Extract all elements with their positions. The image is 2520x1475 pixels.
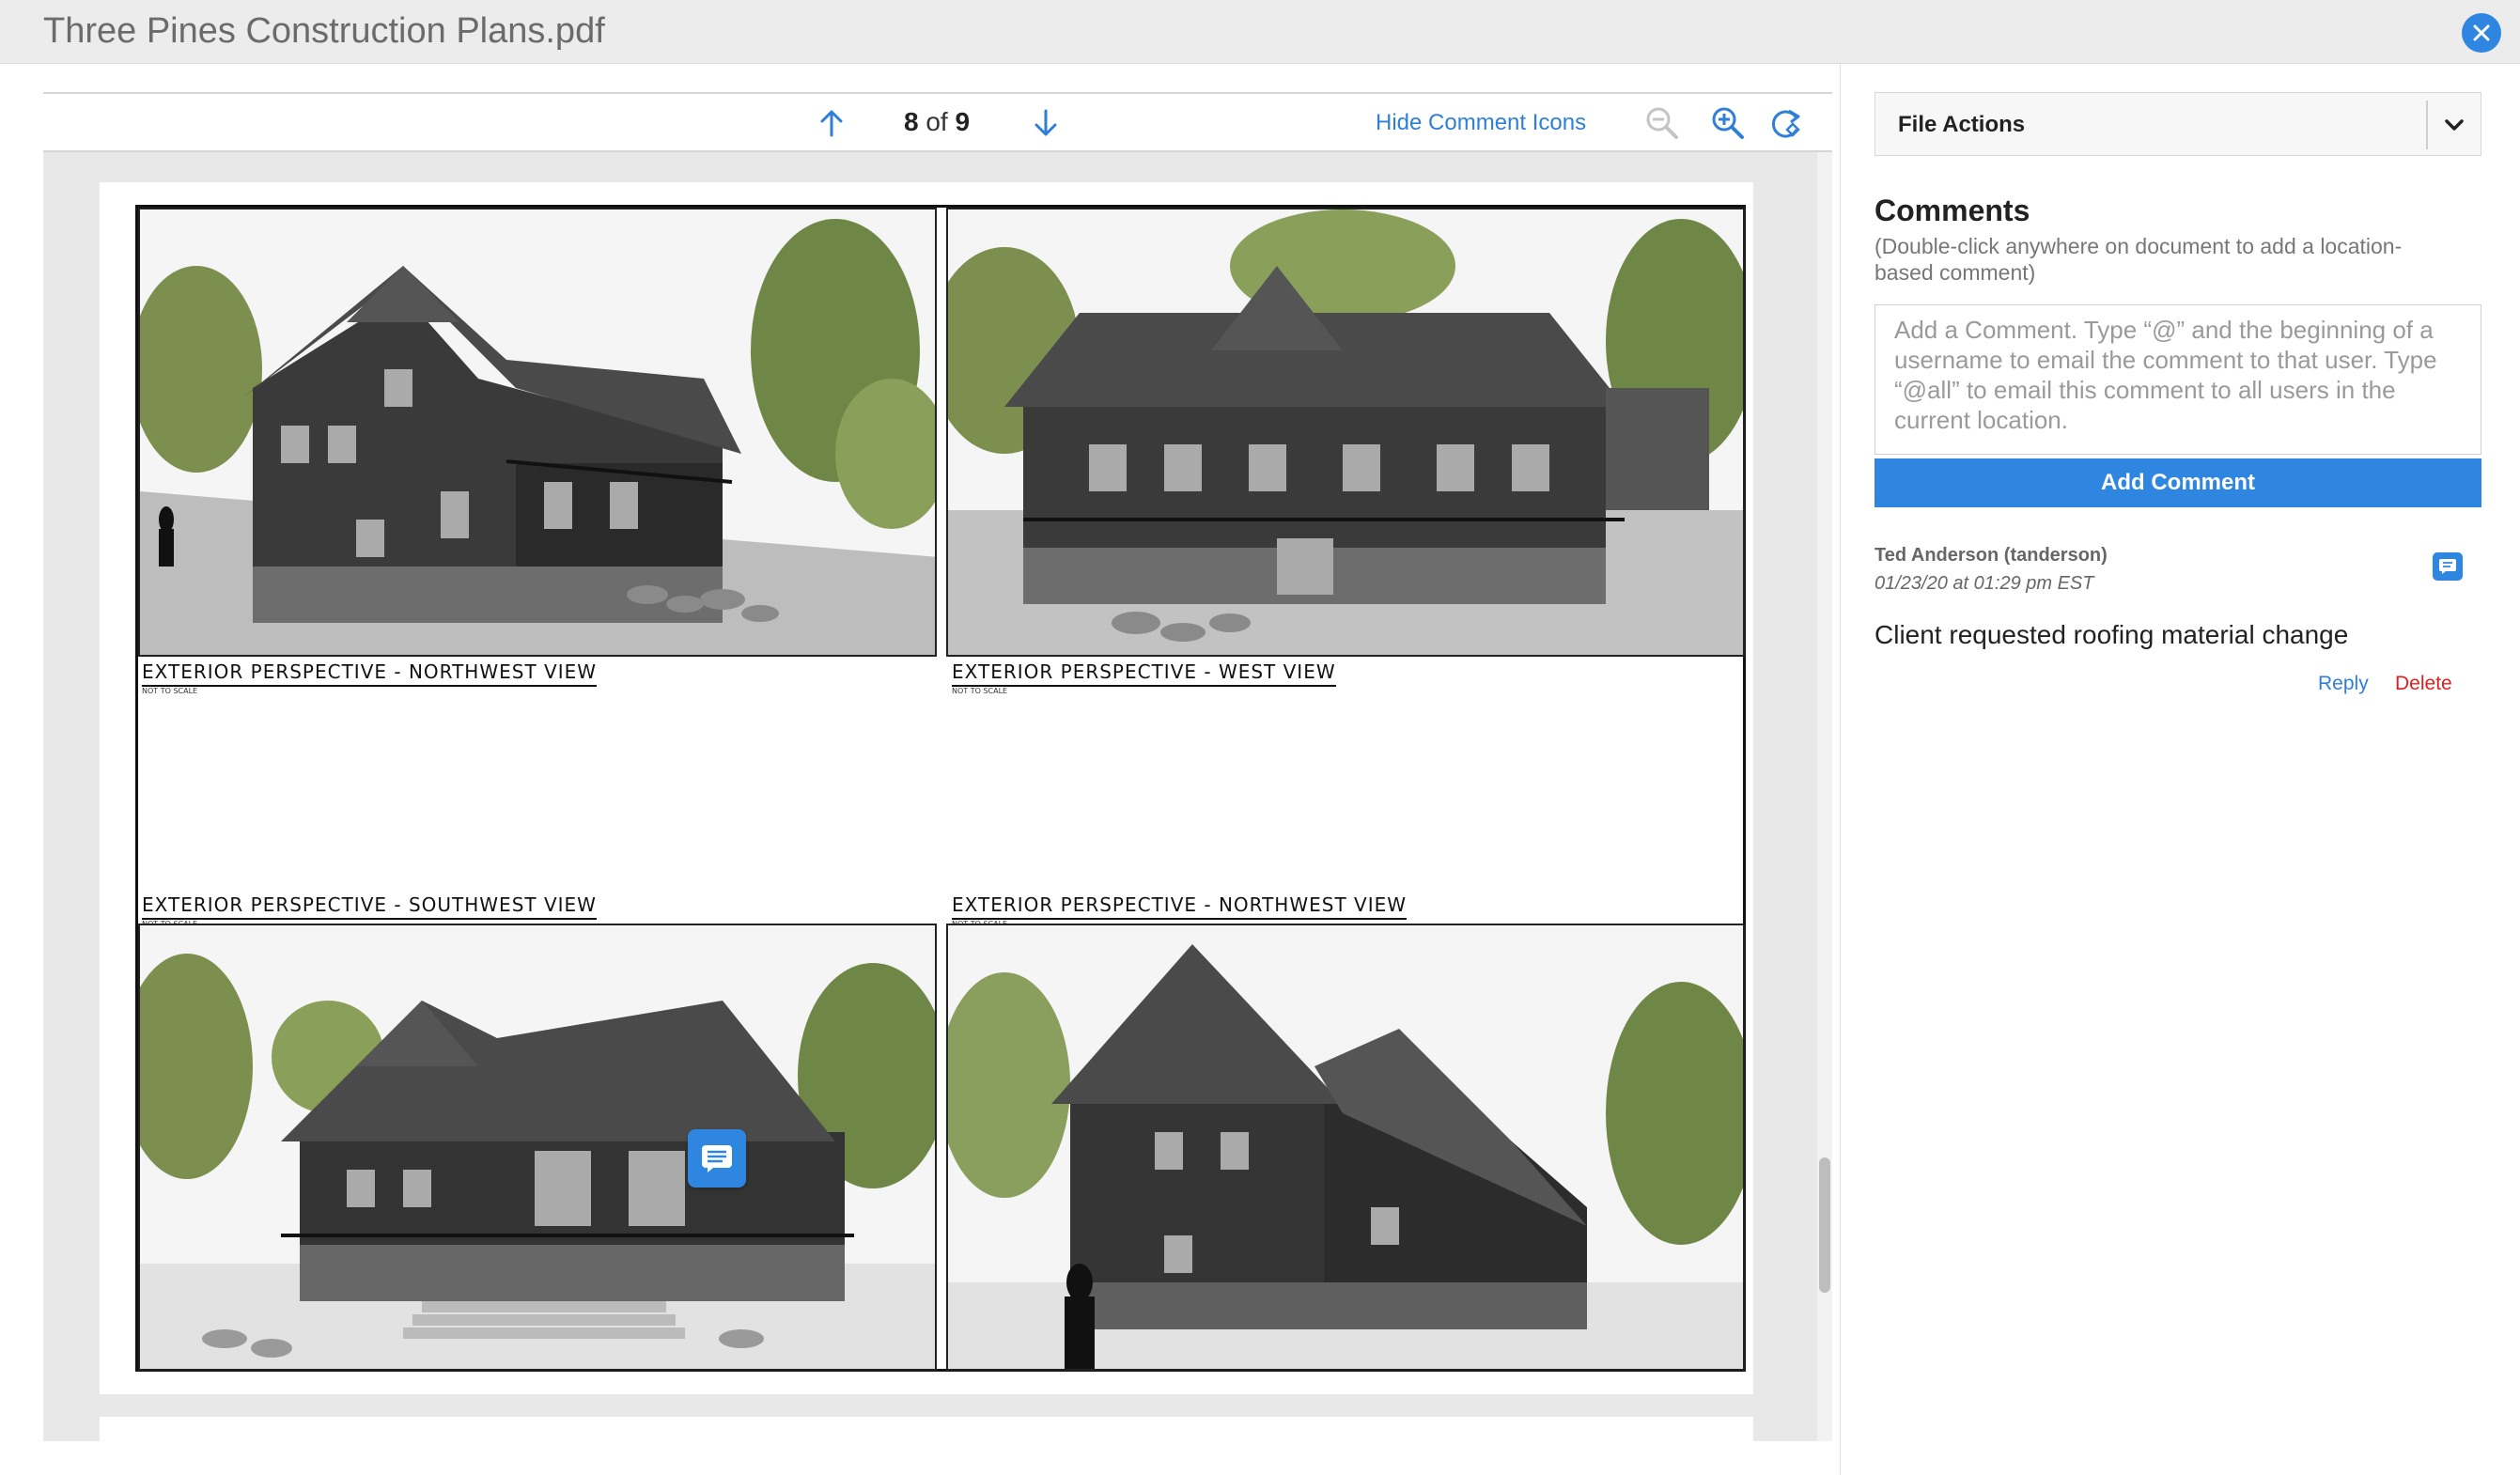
close-button[interactable] xyxy=(2462,13,2501,53)
house-render-image xyxy=(140,210,935,655)
dropdown-divider xyxy=(2426,101,2428,149)
close-icon xyxy=(2473,24,2490,41)
comment-author: Ted Anderson (tanderson) xyxy=(1874,545,2108,566)
view-caption: Exterior Perspective - Northwest View xyxy=(952,893,1408,920)
arrow-down-icon[interactable] xyxy=(1030,107,1062,139)
view-caption: Exterior Perspective - Southwest View xyxy=(142,893,597,920)
chevron-down-icon xyxy=(2445,119,2464,131)
reply-link[interactable]: Reply xyxy=(2318,673,2369,695)
view-subcaption: Not to scale xyxy=(142,687,198,695)
pdf-page[interactable]: Exterior Perspective - Northwest View No… xyxy=(100,182,1753,1394)
delete-link[interactable]: Delete xyxy=(2395,673,2452,695)
comments-hint: (Double-click anywhere on document to ad… xyxy=(1874,234,2403,285)
house-render-image xyxy=(948,925,1743,1369)
document-canvas[interactable]: Exterior Perspective - Northwest View No… xyxy=(43,152,1817,1441)
zoom-out-icon[interactable] xyxy=(1644,105,1680,141)
view-caption: Exterior Perspective - West View xyxy=(952,660,1336,687)
scrollbar-thumb[interactable] xyxy=(1819,1157,1830,1293)
comment-icon xyxy=(702,1145,732,1172)
current-page: 8 xyxy=(904,107,919,136)
page-indicator: 8 of 9 xyxy=(904,107,970,137)
comment-input[interactable] xyxy=(1874,304,2481,455)
document-title: Three Pines Construction Plans.pdf xyxy=(43,11,605,51)
render-northwest-view-2 xyxy=(946,924,1745,1371)
view-subcaption: Not to scale xyxy=(952,687,1008,695)
file-actions-label: File Actions xyxy=(1898,112,2026,137)
title-bar: Three Pines Construction Plans.pdf xyxy=(0,0,2520,64)
comment-text: Client requested roofing material change xyxy=(1874,620,2349,649)
zoom-in-icon[interactable] xyxy=(1710,105,1746,141)
comments-sidebar: File Actions Comments (Double-click anyw… xyxy=(1840,64,2520,1475)
hide-comment-icons-link[interactable]: Hide Comment Icons xyxy=(1376,110,1586,136)
viewer-toolbar: 8 of 9 Hide Comment Icons xyxy=(43,92,1832,152)
page-of-text: of xyxy=(926,107,948,136)
house-render-image xyxy=(140,925,935,1369)
pdf-page-next[interactable] xyxy=(100,1417,1753,1441)
document-comment-pin[interactable] xyxy=(688,1129,746,1188)
view-caption: Exterior Perspective - Northwest View xyxy=(142,660,598,687)
file-actions-dropdown[interactable]: File Actions xyxy=(1874,92,2481,156)
render-southwest-view xyxy=(138,924,937,1371)
render-northwest-view xyxy=(138,208,937,657)
drawing-sheet: Exterior Perspective - Northwest View No… xyxy=(135,205,1746,1372)
comment-date: 01/23/20 at 01:29 pm EST xyxy=(1874,573,2094,594)
comment-icon xyxy=(2439,559,2456,574)
arrow-up-icon[interactable] xyxy=(816,107,848,139)
house-render-image xyxy=(948,210,1743,655)
add-comment-button[interactable]: Add Comment xyxy=(1874,458,2481,507)
rotate-icon[interactable] xyxy=(1768,105,1804,141)
document-viewer: 8 of 9 Hide Comment Icons EXTERIOR PERSP… xyxy=(43,92,1832,1475)
render-west-view xyxy=(946,208,1745,657)
comment-location-button[interactable] xyxy=(2433,552,2463,581)
comments-heading: Comments xyxy=(1874,194,2030,227)
total-pages: 9 xyxy=(955,107,971,136)
